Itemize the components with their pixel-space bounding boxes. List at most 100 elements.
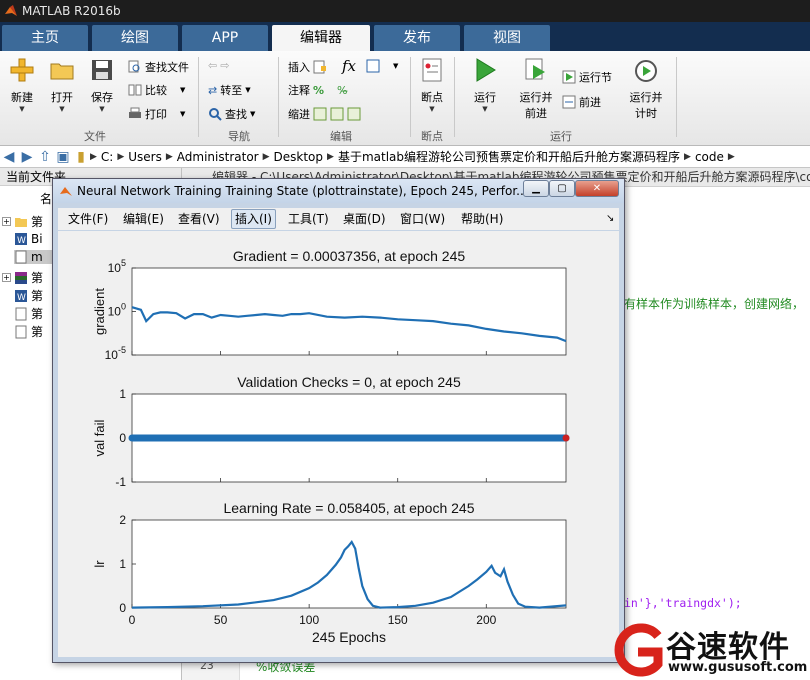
gusu-logo-icon bbox=[614, 623, 663, 677]
word-file-icon: W bbox=[15, 233, 27, 246]
word-file-icon: W bbox=[15, 289, 27, 303]
run-and-time-button[interactable]: 运行并 计时 bbox=[626, 57, 666, 121]
fx-icon[interactable]: fx bbox=[342, 57, 356, 75]
forward-icon[interactable]: ▶ bbox=[18, 149, 36, 165]
save-label: 保存 bbox=[91, 91, 113, 104]
crumb-user[interactable]: Administrator bbox=[173, 150, 263, 164]
folder-icon bbox=[15, 217, 27, 227]
expand-icon[interactable]: + bbox=[2, 273, 11, 282]
tab-home[interactable]: 主页 bbox=[2, 25, 88, 51]
menu-file[interactable]: 文件(F) bbox=[68, 208, 108, 230]
breakpoints-button[interactable]: 断点 ▼ bbox=[416, 57, 448, 113]
find-files-button[interactable]: 查找文件 bbox=[128, 59, 189, 75]
tab-editor[interactable]: 编辑器 bbox=[272, 25, 370, 51]
crumb-desktop[interactable]: Desktop bbox=[270, 150, 328, 164]
x-tick-label: 50 bbox=[214, 613, 228, 627]
archive-icon bbox=[15, 271, 27, 284]
item-label: 第 bbox=[31, 215, 44, 229]
crumb-users[interactable]: Users bbox=[124, 150, 166, 164]
folder-icon bbox=[50, 63, 74, 80]
svg-text:W: W bbox=[17, 293, 26, 303]
last-epoch-point bbox=[562, 434, 570, 442]
open-button[interactable]: 打开 ▼ bbox=[46, 57, 78, 113]
menu-window[interactable]: 窗口(W) bbox=[400, 208, 445, 230]
crumb-drive[interactable]: C: bbox=[97, 150, 117, 164]
menu-insert[interactable]: 插入(I) bbox=[231, 209, 276, 229]
expand-icon[interactable]: + bbox=[2, 217, 11, 226]
app-title: MATLAB R2016b bbox=[22, 4, 121, 18]
plot-axes-box bbox=[131, 519, 567, 609]
save-button[interactable]: 保存 ▼ bbox=[86, 57, 118, 113]
y-tick-label: 2 bbox=[119, 513, 126, 527]
compare-button[interactable]: 比较 ▼ bbox=[128, 82, 185, 98]
run-button[interactable]: 运行 ▼ bbox=[468, 57, 502, 113]
maximize-button[interactable]: ▢ bbox=[549, 180, 575, 197]
ribbon-divider bbox=[454, 57, 455, 137]
item-label: 第 bbox=[31, 325, 44, 339]
chevron-down-icon: ▼ bbox=[180, 86, 186, 94]
y-tick-label: 0 bbox=[119, 431, 126, 445]
minimize-button[interactable]: ▁ bbox=[523, 180, 549, 197]
uncomment-icon: %̶ bbox=[337, 83, 348, 97]
insert-button[interactable]: 插入 bbox=[288, 59, 327, 75]
list-item[interactable]: 第 bbox=[14, 323, 43, 340]
goto-button[interactable]: ⇄ 转至 ▼ bbox=[208, 82, 251, 98]
minimize-icon: ▁ bbox=[532, 183, 540, 194]
browse-folder-icon[interactable]: ▣ bbox=[54, 149, 72, 165]
run-and-advance-button[interactable]: 运行并 前进 bbox=[516, 57, 556, 121]
back-icon[interactable]: ◀ bbox=[0, 149, 18, 165]
advance-button[interactable]: 前进 bbox=[562, 94, 601, 110]
find-files-label: 查找文件 bbox=[145, 61, 189, 74]
ribbon-divider bbox=[410, 57, 411, 137]
chevron-down-icon: ▼ bbox=[19, 105, 25, 113]
comment-button[interactable]: 注释% %̶ bbox=[288, 82, 347, 98]
indent-button[interactable]: 缩进 bbox=[288, 106, 361, 122]
menu-help[interactable]: 帮助(H) bbox=[461, 208, 503, 230]
chevron-down-icon: ▼ bbox=[180, 110, 186, 118]
tab-publish[interactable]: 发布 bbox=[374, 25, 460, 51]
indent-left-icon bbox=[347, 107, 361, 121]
menu-edit[interactable]: 编辑(E) bbox=[123, 208, 164, 230]
chevron-down-icon: ▼ bbox=[245, 86, 251, 94]
x-tick-label: 100 bbox=[299, 613, 319, 627]
find-button[interactable]: 查找 ▼ bbox=[208, 106, 255, 122]
crumb-code[interactable]: code bbox=[691, 150, 728, 164]
menu-view[interactable]: 查看(V) bbox=[178, 208, 220, 230]
plus-icon bbox=[10, 58, 34, 82]
insert-label: 插入 bbox=[288, 61, 310, 74]
y-axis-label: val fail bbox=[92, 419, 107, 456]
new-button[interactable]: 新建 ▼ bbox=[6, 57, 38, 113]
y-tick-label: 105 bbox=[108, 258, 126, 275]
close-button[interactable]: ✕ bbox=[575, 180, 619, 197]
chevron-down-icon: ▼ bbox=[393, 62, 399, 70]
close-icon: ✕ bbox=[592, 183, 602, 194]
list-item[interactable]: + 第 bbox=[2, 269, 43, 286]
format-button[interactable]: ▼ bbox=[366, 59, 398, 73]
y-tick-label: 0 bbox=[119, 601, 126, 615]
figure-menu-bar: 文件(F) 编辑(E) 查看(V) 插入(I) 工具(T) 桌面(D) 窗口(W… bbox=[58, 208, 619, 230]
up-folder-icon[interactable]: ⇧ bbox=[36, 149, 54, 165]
text-file-icon bbox=[15, 325, 27, 338]
menu-desktop[interactable]: 桌面(D) bbox=[343, 208, 386, 230]
name-column-header[interactable]: 名 bbox=[40, 190, 52, 207]
list-item[interactable]: W第 bbox=[14, 287, 43, 304]
tab-apps[interactable]: APP bbox=[182, 25, 268, 51]
list-item[interactable]: + 第 bbox=[2, 213, 43, 230]
menu-tools[interactable]: 工具(T) bbox=[288, 208, 329, 230]
list-item[interactable]: W Bi bbox=[14, 232, 43, 246]
crumb-project[interactable]: 基于matlab编程游轮公司预售票定价和开船后升舱方案源码程序 bbox=[334, 148, 684, 165]
run-time-label-2: 计时 bbox=[635, 107, 657, 120]
nav-arrows[interactable]: ⇦ ⇨ bbox=[208, 59, 229, 72]
watermark-url: www.gususoft.com bbox=[668, 660, 808, 675]
separator-arrow-icon: ▶ bbox=[262, 151, 270, 162]
chevron-down-icon: ▼ bbox=[429, 105, 435, 113]
list-item[interactable]: 第 bbox=[14, 305, 43, 322]
print-label: 打印 bbox=[145, 108, 167, 121]
dock-arrow-icon[interactable]: ↘ bbox=[606, 208, 614, 230]
run-section-button[interactable]: 运行节 bbox=[562, 69, 612, 85]
figure-window[interactable]: Neural Network Training Training State (… bbox=[52, 178, 625, 663]
print-button[interactable]: 打印 ▼ bbox=[128, 106, 185, 122]
tab-view[interactable]: 视图 bbox=[464, 25, 550, 51]
tab-plots[interactable]: 绘图 bbox=[92, 25, 178, 51]
list-item[interactable]: m bbox=[14, 250, 54, 264]
